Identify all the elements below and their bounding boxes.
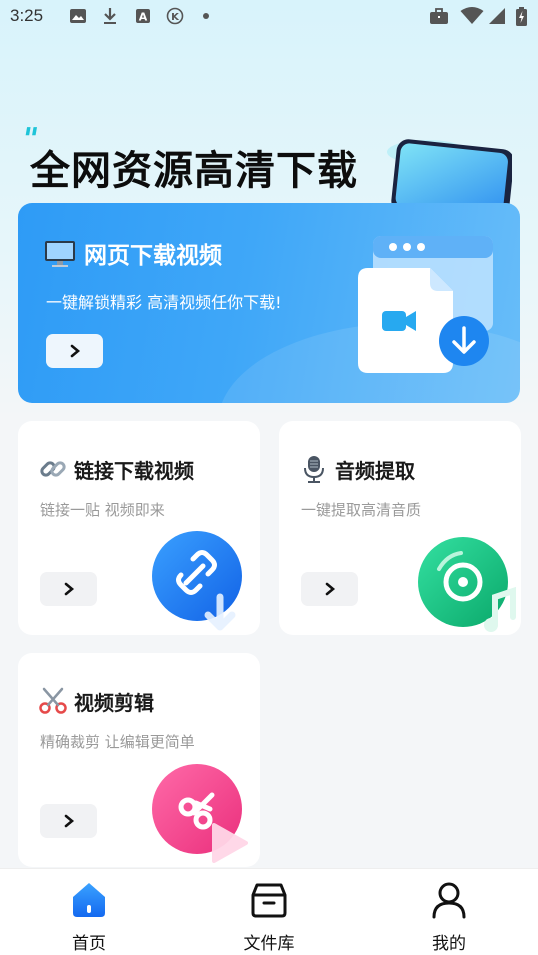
archive-box-icon bbox=[251, 883, 287, 918]
scissors-icon bbox=[38, 686, 68, 716]
tab-file-library[interactable]: 文件库 bbox=[209, 869, 329, 955]
link-download-card[interactable]: 链接下载视频 链接一贴 视频即来 bbox=[18, 421, 260, 635]
video-file-download-illustration bbox=[358, 236, 493, 373]
microphone-icon bbox=[299, 454, 329, 484]
card-subtitle: 链接一贴 视频即来 bbox=[40, 501, 165, 519]
card-title: 链接下载视频 bbox=[74, 459, 194, 483]
banner-go-button[interactable] bbox=[46, 334, 103, 368]
person-icon bbox=[432, 882, 466, 919]
audio-extract-card[interactable]: 音频提取 一键提取高清音质 bbox=[279, 421, 521, 635]
briefcase-icon bbox=[428, 7, 450, 25]
svg-text:A: A bbox=[139, 11, 148, 24]
svg-text:K: K bbox=[171, 12, 180, 23]
link-download-illustration bbox=[152, 531, 242, 631]
status-bar: 3:25 A K bbox=[0, 0, 538, 34]
home-icon bbox=[73, 883, 105, 917]
video-edit-card[interactable]: 视频剪辑 精确裁剪 让编辑更简单 bbox=[18, 653, 260, 867]
tab-label: 首页 bbox=[72, 934, 106, 954]
k-icon: K bbox=[165, 7, 185, 25]
audio-extract-go-button[interactable] bbox=[301, 572, 358, 606]
card-subtitle: 一键提取高清音质 bbox=[301, 501, 422, 519]
link-download-go-button[interactable] bbox=[40, 572, 97, 606]
tab-label: 文件库 bbox=[243, 934, 295, 954]
battery-icon bbox=[514, 6, 528, 26]
wifi-icon bbox=[459, 7, 485, 25]
tab-home[interactable]: 首页 bbox=[29, 869, 149, 955]
download-icon bbox=[100, 7, 120, 25]
card-title: 视频剪辑 bbox=[74, 691, 154, 715]
banner-subtitle: 一键解锁精彩 高清视频任你下载! bbox=[46, 293, 282, 312]
link-icon bbox=[38, 454, 68, 484]
banner-title: 网页下载视频 bbox=[84, 243, 222, 269]
signal-icon bbox=[486, 7, 508, 25]
chevron-right-icon bbox=[64, 814, 74, 828]
web-video-download-banner[interactable]: 网页下载视频 一键解锁精彩 高清视频任你下载! bbox=[18, 203, 520, 403]
audio-disc-illustration bbox=[418, 537, 516, 632]
dot-icon bbox=[201, 7, 211, 25]
video-edit-illustration bbox=[152, 764, 248, 863]
video-edit-go-button[interactable] bbox=[40, 804, 97, 838]
a-icon: A bbox=[133, 7, 153, 25]
chevron-right-icon bbox=[64, 582, 74, 596]
card-subtitle: 精确裁剪 让编辑更简单 bbox=[40, 733, 195, 751]
status-time: 3:25 bbox=[10, 6, 44, 25]
hero-title: 全网资源高清下载 bbox=[30, 148, 358, 194]
monitor-icon bbox=[44, 240, 76, 272]
chevron-right-icon bbox=[70, 344, 80, 358]
card-title: 音频提取 bbox=[335, 459, 415, 483]
gallery-icon bbox=[68, 7, 88, 25]
tab-mine[interactable]: 我的 bbox=[389, 869, 509, 955]
tab-label: 我的 bbox=[432, 934, 466, 954]
bottom-tab-bar: 首页 文件库 我的 bbox=[0, 868, 538, 955]
chevron-right-icon bbox=[325, 582, 335, 596]
